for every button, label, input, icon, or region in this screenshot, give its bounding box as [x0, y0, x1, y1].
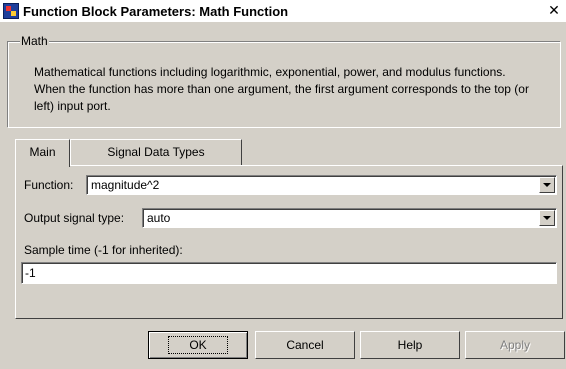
- cancel-button[interactable]: Cancel: [255, 331, 355, 359]
- output-type-label: Output signal type:: [24, 211, 125, 225]
- close-button[interactable]: ✕: [546, 4, 562, 18]
- output-type-select-value: auto: [147, 211, 171, 225]
- window-title: Function Block Parameters: Math Function: [23, 3, 289, 19]
- sample-time-value: -1: [25, 266, 36, 280]
- chevron-down-icon[interactable]: [539, 177, 555, 193]
- tab-main[interactable]: Main: [15, 139, 70, 167]
- ok-button[interactable]: OK: [148, 331, 248, 359]
- function-select[interactable]: magnitude^2: [86, 175, 557, 195]
- function-select-value: magnitude^2: [91, 178, 160, 192]
- block-description: Mathematical functions including logarit…: [34, 65, 529, 113]
- simulink-icon: [3, 3, 19, 19]
- chevron-down-icon[interactable]: [539, 210, 555, 226]
- title-bar: Function Block Parameters: Math Function…: [0, 0, 566, 22]
- sample-time-field[interactable]: -1: [21, 262, 557, 284]
- help-button[interactable]: Help: [360, 331, 460, 359]
- output-type-select[interactable]: auto: [142, 208, 557, 228]
- function-label: Function:: [24, 178, 74, 192]
- ok-button-label: OK: [168, 336, 228, 354]
- group-legend: Math: [20, 34, 49, 48]
- tab-signal-data-types[interactable]: Signal Data Types: [70, 139, 242, 165]
- sample-time-label: Sample time (-1 for inherited):: [24, 243, 183, 257]
- apply-button: Apply: [465, 331, 565, 359]
